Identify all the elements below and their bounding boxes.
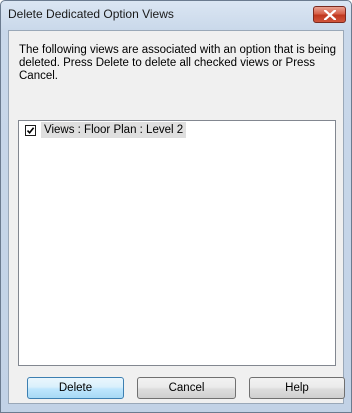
close-button[interactable] — [313, 6, 346, 23]
view-checkbox[interactable] — [25, 125, 36, 136]
cancel-button[interactable]: Cancel — [137, 377, 236, 399]
dialog-window: Delete Dedicated Option Views The follow… — [0, 0, 352, 413]
checkmark-icon — [26, 127, 35, 135]
title-bar[interactable]: Delete Dedicated Option Views — [1, 1, 351, 27]
dialog-body: The following views are associated with … — [8, 30, 345, 404]
views-listbox[interactable]: Views : Floor Plan : Level 2 — [18, 120, 336, 366]
help-button[interactable]: Help — [249, 377, 345, 399]
dialog-message: The following views are associated with … — [19, 44, 337, 82]
dialog-title: Delete Dedicated Option Views — [8, 7, 174, 21]
delete-button[interactable]: Delete — [27, 377, 124, 399]
list-item-label: Views : Floor Plan : Level 2 — [41, 122, 187, 138]
list-item[interactable]: Views : Floor Plan : Level 2 — [20, 122, 334, 139]
close-icon — [324, 10, 336, 20]
